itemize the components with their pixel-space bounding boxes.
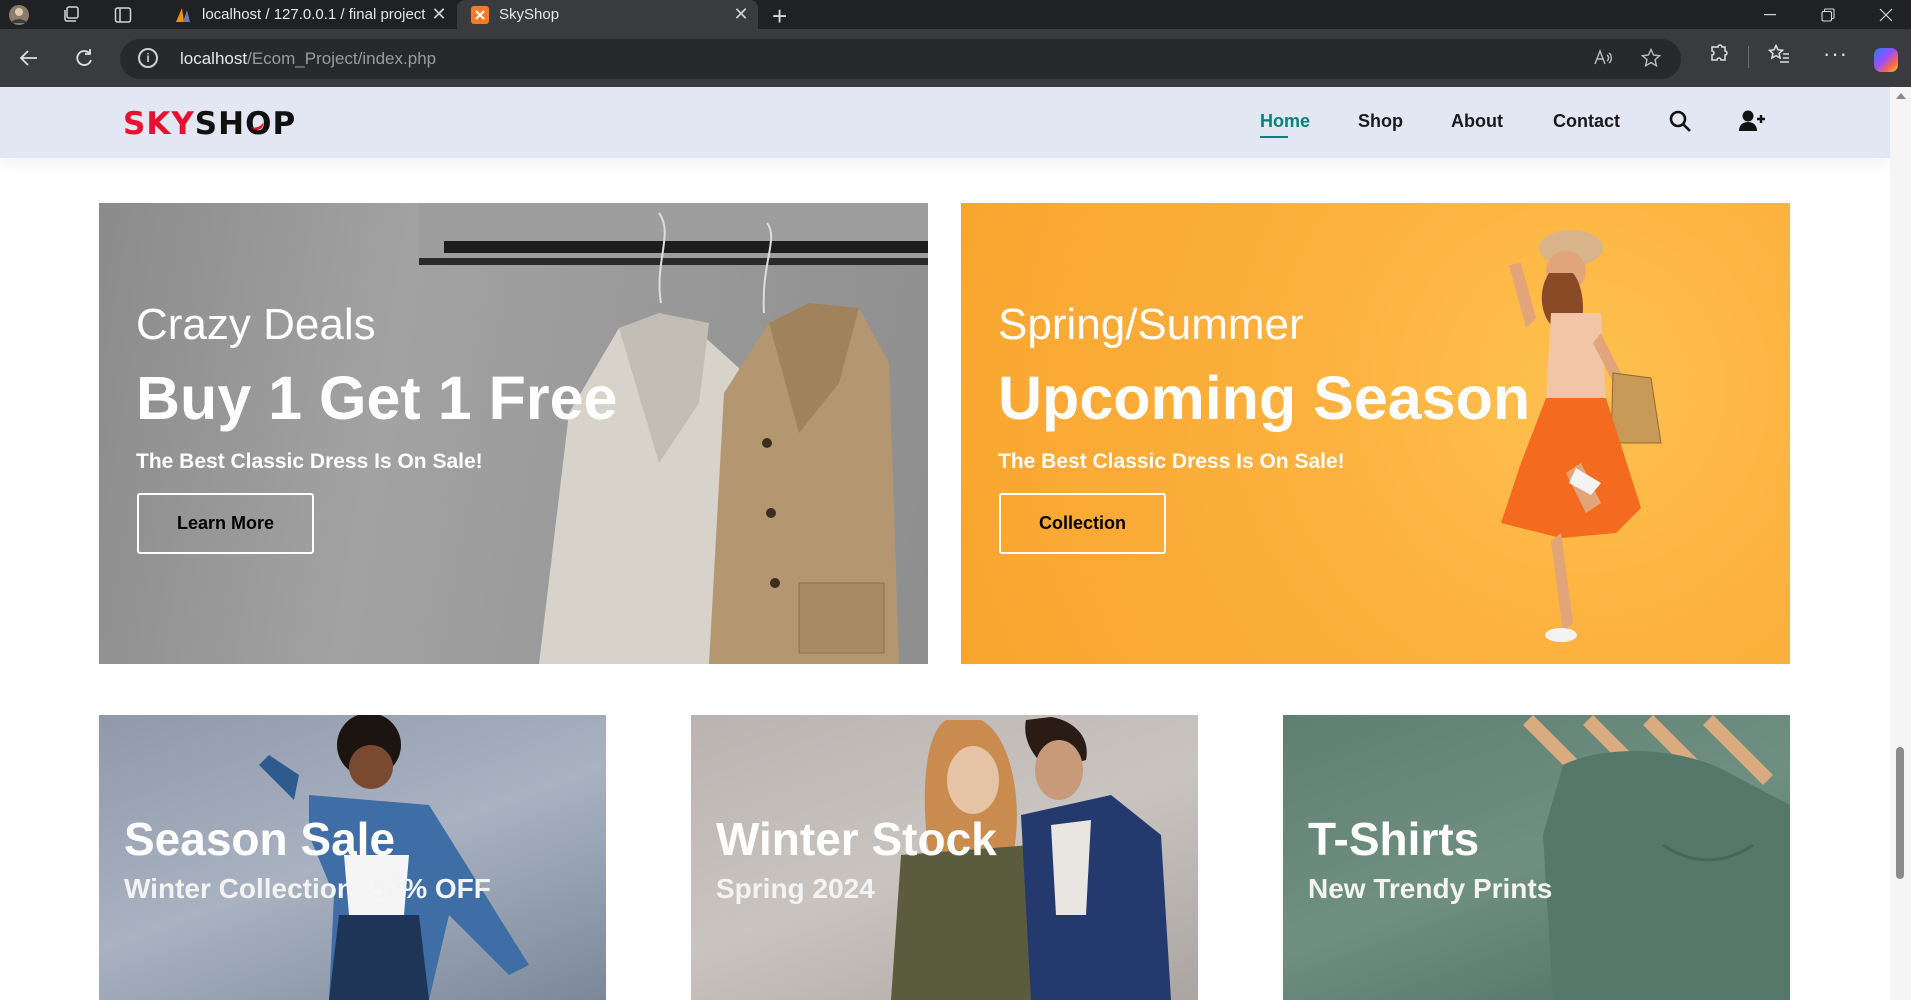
close-tab-icon[interactable]: ✕ xyxy=(428,4,450,25)
tab-label: localhost / 127.0.0.1 / final project xyxy=(202,6,426,23)
site-logo[interactable]: SKYSHOP xyxy=(123,106,296,142)
banner-text: The Best Classic Dress Is On Sale! xyxy=(136,450,483,473)
favorites-icon[interactable] xyxy=(1767,43,1790,70)
phpmyadmin-favicon-icon xyxy=(174,6,192,24)
banner-subtitle: Spring/Summer xyxy=(998,300,1304,349)
close-tab-icon[interactable]: ✕ xyxy=(730,4,752,25)
new-tab-icon[interactable]: + xyxy=(772,1,787,32)
nav-shop[interactable]: Shop xyxy=(1358,111,1403,132)
refresh-icon[interactable] xyxy=(70,44,98,72)
tab-skyshop[interactable]: SkyShop ✕ xyxy=(457,0,758,29)
close-window-icon[interactable] xyxy=(1857,0,1911,29)
workspaces-icon[interactable] xyxy=(60,4,82,26)
banner-title: Season Sale xyxy=(124,813,396,865)
read-aloud-icon[interactable] xyxy=(1593,48,1613,73)
logo-part-sky: SKY xyxy=(123,106,195,142)
banner-text: The Best Classic Dress Is On Sale! xyxy=(998,450,1345,473)
banner-subtitle: New Trendy Prints xyxy=(1308,873,1553,904)
back-icon[interactable] xyxy=(15,44,43,72)
url-host: localhost xyxy=(180,49,248,68)
add-user-icon[interactable] xyxy=(1738,109,1766,137)
nav-about[interactable]: About xyxy=(1451,111,1503,132)
extensions-icon[interactable] xyxy=(1708,44,1728,70)
nav-contact[interactable]: Contact xyxy=(1553,111,1620,132)
copilot-icon[interactable] xyxy=(1874,48,1898,72)
favorite-star-icon[interactable] xyxy=(1640,47,1662,73)
logo-part-p: P xyxy=(272,106,297,142)
xampp-favicon-icon xyxy=(471,5,489,24)
page-viewport: SKYSHOP Home Shop About Contact Crazy De… xyxy=(0,87,1890,1000)
tab-actions-icon[interactable] xyxy=(112,4,134,26)
browser-titlebar: localhost / 127.0.0.1 / final project ✕ … xyxy=(0,0,1911,32)
banner-subtitle: Crazy Deals xyxy=(136,300,376,349)
page-scrollbar[interactable] xyxy=(1890,87,1911,1000)
banner-title: Winter Stock xyxy=(716,813,997,865)
profile-avatar-icon[interactable] xyxy=(8,4,30,26)
site-header: SKYSHOP Home Shop About Contact xyxy=(0,87,1890,158)
scrollbar-thumb[interactable] xyxy=(1896,747,1904,879)
banner-title: T-Shirts xyxy=(1308,813,1480,865)
logo-part-sh: SH xyxy=(194,106,246,142)
search-icon[interactable] xyxy=(1668,109,1696,137)
browser-toolbar: i localhost/Ecom_Project/index.php ··· xyxy=(0,29,1911,87)
banner-title: Buy 1 Get 1 Free xyxy=(136,364,618,432)
learn-more-button[interactable]: Learn More xyxy=(137,493,315,554)
banner-crazy-deals: Crazy Deals Buy 1 Get 1 Free The Best Cl… xyxy=(99,203,928,664)
banner-spring-summer: Spring/Summer Upcoming Season The Best C… xyxy=(961,203,1790,664)
address-bar[interactable]: i localhost/Ecom_Project/index.php xyxy=(120,39,1681,79)
woman-orange-dress-image xyxy=(1501,230,1662,642)
banner-t-shirts: T-Shirts New Trendy Prints xyxy=(1283,715,1790,1000)
url-path: /Ecom_Project/index.php xyxy=(247,49,437,68)
logo-part-o: O xyxy=(245,106,273,142)
site-info-icon[interactable]: i xyxy=(138,48,158,68)
nav-home[interactable]: Home xyxy=(1260,111,1310,138)
banner-winter-stock: Winter Stock Spring 2024 xyxy=(691,715,1198,1000)
collection-button[interactable]: Collection xyxy=(999,493,1167,554)
tab-phpmyadmin[interactable]: localhost / 127.0.0.1 / final project ✕ xyxy=(160,0,456,29)
tab-label: SkyShop xyxy=(499,6,560,23)
url-text[interactable]: localhost/Ecom_Project/index.php xyxy=(180,49,436,69)
jackets-hanger-image xyxy=(419,203,928,664)
scroll-up-arrow-icon[interactable] xyxy=(1896,93,1906,99)
restore-icon[interactable] xyxy=(1799,0,1857,29)
banner-title: Upcoming Season xyxy=(998,364,1531,432)
banner-subtitle: Winter Collection -50% OFF xyxy=(124,873,491,904)
more-options-icon[interactable]: ··· xyxy=(1823,41,1848,67)
minimize-icon[interactable] xyxy=(1741,0,1799,29)
toolbar-divider xyxy=(1748,46,1749,68)
banner-subtitle: Spring 2024 xyxy=(716,873,875,904)
banner-season-sale: Season Sale Winter Collection -50% OFF xyxy=(99,715,606,1000)
